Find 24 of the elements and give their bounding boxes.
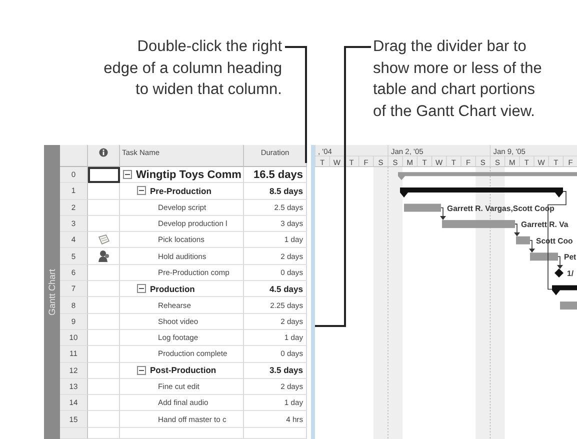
dependency-arrow (514, 224, 520, 236)
task-name: Post-Production (150, 365, 216, 376)
collapse-toggle[interactable] (137, 284, 146, 294)
person-icon (98, 250, 110, 262)
empty-cell (60, 428, 88, 439)
task-bar (530, 252, 558, 261)
callout-text: Double-click the right edge of a column heading to widen that column. (102, 37, 282, 100)
note-icon (98, 234, 110, 246)
collapse-toggle[interactable] (123, 170, 132, 180)
task-bar (404, 204, 441, 212)
indicator-cell[interactable] (88, 167, 120, 184)
task-name: Pre-Production (150, 186, 212, 196)
task-bar (560, 302, 577, 310)
dependency-arrow (529, 240, 535, 253)
info-icon (99, 148, 108, 157)
callout-text: Drag the divider bar to show more or less of the table and chart portions of the Gantt Chart view. (373, 37, 542, 122)
task-bar (516, 236, 530, 244)
collapse-toggle[interactable] (137, 186, 146, 196)
task-name: Production (150, 284, 195, 294)
milestone-diamond (554, 268, 564, 278)
task-name: Wingtip Toys Comm (136, 168, 242, 181)
collapse-toggle[interactable] (137, 366, 146, 375)
dependency-arrow (440, 207, 446, 220)
summary-bar (552, 285, 577, 296)
